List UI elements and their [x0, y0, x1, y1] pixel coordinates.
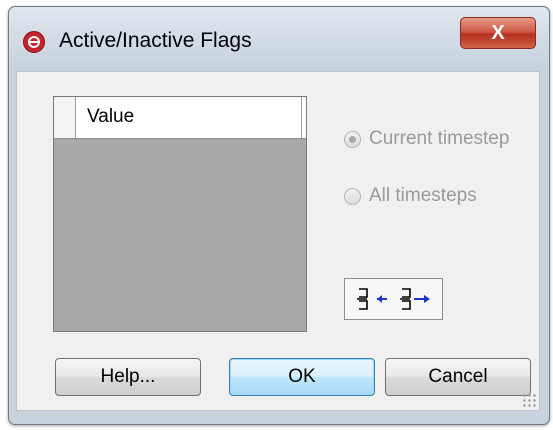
- title-bar[interactable]: Active/Inactive Flags X: [9, 7, 549, 71]
- close-button[interactable]: X: [460, 17, 536, 49]
- dialog-body: Value Current timestep All timesteps Hel…: [16, 71, 540, 411]
- radio-unchecked-icon[interactable]: [344, 187, 361, 205]
- all-timesteps-label: All timesteps: [369, 185, 477, 206]
- ok-button[interactable]: OK: [229, 358, 375, 396]
- dialog-window: Active/Inactive Flags X Value Current ti…: [8, 6, 550, 425]
- value-column-header[interactable]: Value: [76, 97, 302, 138]
- current-timestep-radio[interactable]: Current timestep: [344, 128, 509, 150]
- move-left-icon[interactable]: [355, 286, 389, 312]
- radio-checked-icon[interactable]: [344, 130, 361, 148]
- all-timesteps-radio[interactable]: All timesteps: [344, 185, 477, 207]
- grid-header: Value: [54, 97, 306, 139]
- resize-grip-icon[interactable]: [522, 393, 536, 407]
- move-right-icon[interactable]: [398, 286, 432, 312]
- app-icon: [23, 31, 45, 53]
- move-buttons-group: [344, 278, 443, 320]
- help-button[interactable]: Help...: [55, 358, 201, 396]
- current-timestep-label: Current timestep: [369, 128, 510, 149]
- cancel-button[interactable]: Cancel: [385, 358, 531, 396]
- grid-corner-cell[interactable]: [54, 97, 76, 138]
- window-title: Active/Inactive Flags: [59, 29, 252, 52]
- value-grid[interactable]: Value: [53, 96, 307, 332]
